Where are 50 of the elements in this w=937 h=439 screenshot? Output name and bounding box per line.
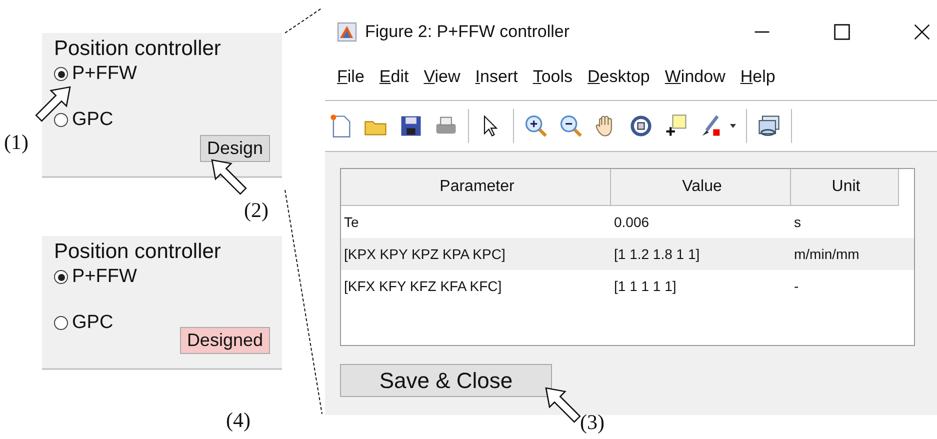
zoom-out-icon[interactable]: [558, 113, 584, 139]
column-header: Parameter: [341, 169, 611, 206]
menu-item[interactable]: Tools: [532, 67, 572, 87]
menu-item[interactable]: Desktop: [588, 67, 650, 87]
app-icon: [337, 22, 357, 42]
step-label: (3): [580, 410, 604, 435]
radio-button[interactable]: [54, 67, 68, 81]
table-cell[interactable]: [1 1.2 1.8 1 1]: [611, 238, 791, 270]
table-cell[interactable]: 0.006: [611, 206, 791, 238]
radio-button[interactable]: [54, 113, 68, 127]
column-header: Value: [611, 169, 791, 206]
link-windows-icon[interactable]: [756, 113, 782, 139]
window-title: Figure 2: P+FFW controller: [365, 22, 570, 42]
menu-item[interactable]: Window: [664, 67, 726, 87]
group-title: Position controller: [54, 37, 222, 61]
menu-item[interactable]: Insert: [475, 67, 518, 87]
step-label: (1): [4, 130, 28, 155]
radio-button[interactable]: [54, 316, 68, 330]
rotate-icon[interactable]: [628, 113, 654, 139]
option-label[interactable]: P+FFW: [72, 63, 137, 85]
table-cell[interactable]: -: [791, 270, 899, 302]
option-label[interactable]: P+FFW: [72, 266, 137, 288]
radio-button[interactable]: [54, 270, 68, 284]
table-cell[interactable]: [KFX KFY KFZ KFA KFC]: [341, 270, 611, 302]
menu-item[interactable]: View: [424, 67, 460, 87]
zoom-in-icon[interactable]: [523, 113, 549, 139]
table-cell[interactable]: Te: [341, 206, 611, 238]
save-close-button[interactable]: Save & Close: [340, 364, 552, 397]
menu-item[interactable]: Edit: [379, 67, 409, 87]
table-cell[interactable]: m/min/mm: [791, 238, 899, 270]
step-label: (4): [226, 408, 250, 433]
leader-line: [284, 8, 322, 34]
menu-item[interactable]: Help: [740, 67, 776, 87]
pointer-arrow: [35, 86, 71, 122]
column-header: Unit: [791, 169, 899, 206]
design-button[interactable]: Design: [200, 135, 270, 162]
table-cell[interactable]: s: [791, 206, 899, 238]
option-label[interactable]: GPC: [72, 312, 114, 334]
caret-icon[interactable]: [729, 122, 737, 130]
design-button[interactable]: Designed: [180, 327, 270, 354]
step-label: (2): [244, 198, 268, 223]
table-cell[interactable]: [KPX KPY KPZ KPA KPC]: [341, 238, 611, 270]
pointer-arrow: [211, 159, 247, 195]
table-cell[interactable]: [1 1 1 1 1]: [611, 270, 791, 302]
pointer-arrow: [545, 387, 581, 423]
menu-item[interactable]: File: [337, 67, 364, 87]
group-title: Position controller: [54, 240, 222, 264]
maximize-icon[interactable]: [833, 23, 851, 41]
option-label[interactable]: GPC: [72, 109, 114, 131]
close-icon[interactable]: [913, 23, 931, 41]
